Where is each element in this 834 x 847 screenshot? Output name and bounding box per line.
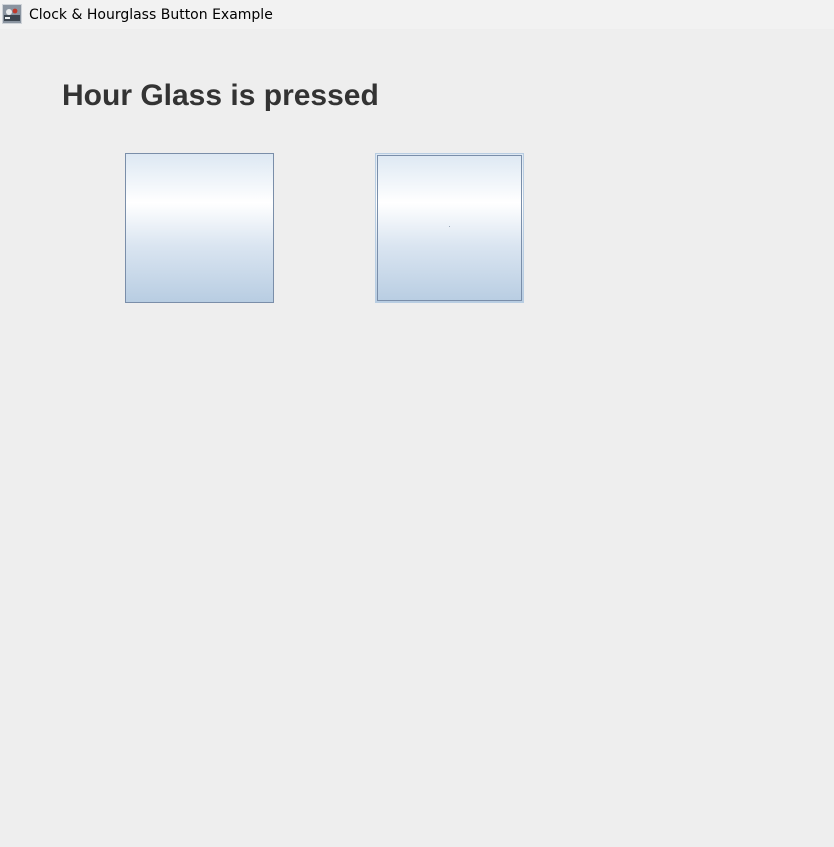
hourglass-icon: [449, 226, 450, 227]
clock-button[interactable]: [125, 153, 274, 303]
status-label: Hour Glass is pressed: [62, 79, 379, 112]
title-bar: Clock & Hourglass Button Example: [0, 0, 834, 29]
java-app-icon: [2, 4, 22, 24]
window-title: Clock & Hourglass Button Example: [29, 7, 273, 23]
content-panel: Hour Glass is pressed: [0, 29, 834, 847]
hourglass-button[interactable]: [375, 153, 524, 303]
focus-ring: [377, 155, 522, 301]
